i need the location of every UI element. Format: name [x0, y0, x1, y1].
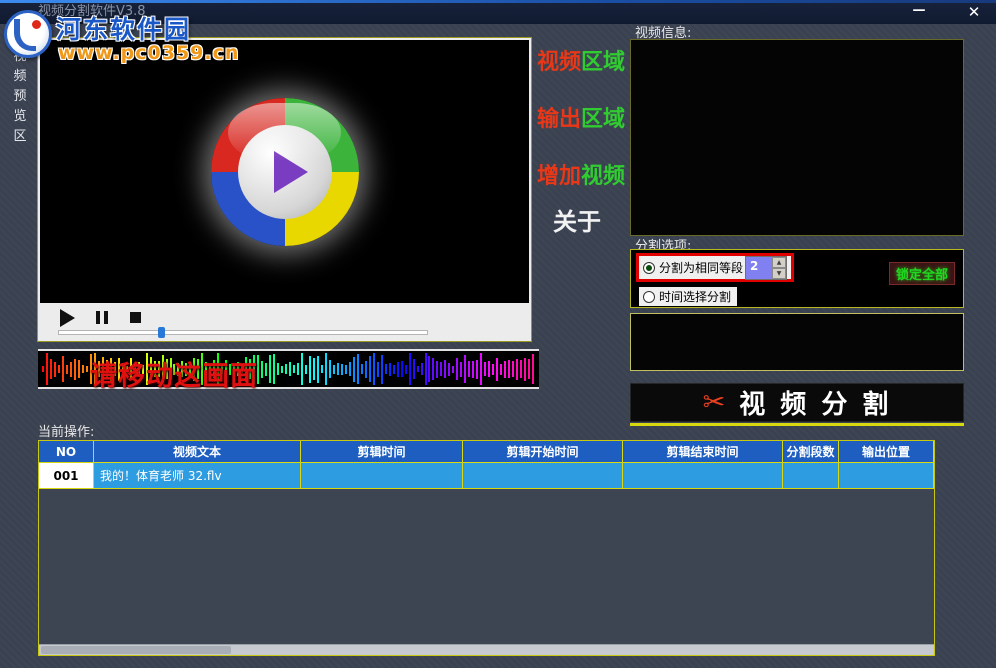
- play-triangle-icon: [274, 151, 308, 193]
- audio-waveform: 请移动这画面: [38, 349, 539, 389]
- equal-split-label: 分割为相同等段: [659, 259, 743, 276]
- menu-label-part: 增加: [537, 164, 581, 189]
- app-window: 视频分割软件V3.8 — ✕ 视 频 预 览 区 河东软件园 www.pc035…: [0, 0, 996, 668]
- col-header-segment-count: 分割段数: [783, 441, 839, 463]
- segment-count-spinner[interactable]: 2 ▲ ▼: [745, 256, 787, 280]
- play-button[interactable]: [60, 309, 75, 327]
- titlebar: 视频分割软件V3.8 — ✕: [0, 0, 996, 24]
- cell-clip-end: [623, 463, 783, 489]
- col-header-output-location: 输出位置: [839, 441, 934, 463]
- col-header-clip-end: 剪辑结束时间: [623, 441, 783, 463]
- close-button[interactable]: ✕: [962, 0, 986, 24]
- vertical-label-char: 预: [11, 90, 29, 103]
- vertical-label-char: 视: [11, 50, 29, 63]
- waveform-overlay-text: 请移动这画面: [90, 354, 258, 393]
- time-split-label: 时间选择分割: [659, 288, 731, 305]
- table-empty-area: [39, 489, 934, 644]
- time-split-radio[interactable]: [643, 291, 655, 303]
- col-header-clip-start: 剪辑开始时间: [463, 441, 623, 463]
- menu-video-area[interactable]: 视频区域: [537, 44, 625, 76]
- seek-thumb[interactable]: [158, 327, 165, 338]
- menu-about[interactable]: 关于: [553, 202, 601, 237]
- cell-video-text: 我的！体育老师 32.flv: [94, 463, 301, 489]
- minimize-button[interactable]: —: [908, 0, 930, 22]
- horizontal-scrollbar[interactable]: [39, 644, 934, 655]
- lock-all-button[interactable]: 锁定全部: [889, 262, 955, 285]
- pause-button[interactable]: [96, 311, 108, 324]
- menu-label-part: 输出: [537, 107, 581, 132]
- cell-no: 001: [39, 463, 94, 489]
- player-controls: [40, 303, 529, 339]
- operations-table: NO 视频文本 剪辑时间 剪辑开始时间 剪辑结束时间 分割段数 输出位置 001…: [38, 440, 935, 656]
- table-row[interactable]: 001 我的！体育老师 32.flv: [39, 463, 934, 489]
- menu-add-video[interactable]: 增加视频: [537, 158, 625, 190]
- col-header-no: NO: [39, 441, 94, 463]
- video-info-box: [630, 39, 964, 236]
- menu-label-part: 区域: [581, 50, 625, 75]
- vertical-label-char: 区: [11, 130, 29, 143]
- stop-button[interactable]: [130, 312, 141, 323]
- menu-label-part: 区域: [581, 107, 625, 132]
- media-player-logo-icon: [211, 98, 359, 246]
- menu-label-part: 关于: [553, 208, 601, 236]
- vertical-label-char: 览: [11, 110, 29, 123]
- cell-clip-start: [463, 463, 623, 489]
- table-header-row: NO 视频文本 剪辑时间 剪辑开始时间 剪辑结束时间 分割段数 输出位置: [39, 441, 934, 463]
- menu-output-area[interactable]: 输出区域: [537, 101, 625, 133]
- spinner-down-button[interactable]: ▼: [772, 268, 786, 279]
- menu-label-part: 视频: [581, 164, 625, 189]
- cell-clip-time: [301, 463, 463, 489]
- col-header-video-text: 视频文本: [94, 441, 301, 463]
- window-title: 视频分割软件V3.8: [38, 0, 146, 24]
- menu-label-part: 视频: [537, 50, 581, 75]
- current-operation-label: 当前操作:: [38, 421, 94, 440]
- video-split-button[interactable]: ✂ 视 频 分 割: [630, 383, 964, 422]
- spinner-up-button[interactable]: ▲: [772, 257, 786, 268]
- secondary-info-box: [630, 313, 964, 371]
- vertical-label-char: 频: [11, 70, 29, 83]
- col-header-clip-time: 剪辑时间: [301, 441, 463, 463]
- segment-count-value[interactable]: 2: [746, 257, 772, 279]
- scrollbar-thumb[interactable]: [41, 646, 231, 654]
- cell-output-location: [839, 463, 934, 489]
- equal-split-option[interactable]: 分割为相同等段 2 ▲ ▼: [636, 253, 794, 282]
- cell-segment-count: [783, 463, 839, 489]
- split-options-box: 分割为相同等段 2 ▲ ▼ 时间选择分割 锁定全部: [630, 249, 964, 308]
- time-split-option[interactable]: 时间选择分割: [639, 287, 737, 306]
- panel-underline: [630, 423, 964, 426]
- scissors-icon: ✂: [703, 389, 726, 416]
- spinner-buttons: ▲ ▼: [772, 257, 786, 279]
- media-player-logo-inner: [238, 125, 332, 219]
- seek-bar[interactable]: [58, 330, 428, 335]
- window-top-edge: [0, 0, 996, 3]
- equal-split-radio[interactable]: [643, 262, 655, 274]
- video-split-label: 视 频 分 割: [739, 384, 891, 421]
- video-display[interactable]: [40, 40, 529, 303]
- video-player: [38, 38, 531, 341]
- video-preview-vertical-label: 视 频 预 览 区: [11, 50, 29, 143]
- equal-split-option-inner: 分割为相同等段 2 ▲ ▼: [639, 256, 791, 279]
